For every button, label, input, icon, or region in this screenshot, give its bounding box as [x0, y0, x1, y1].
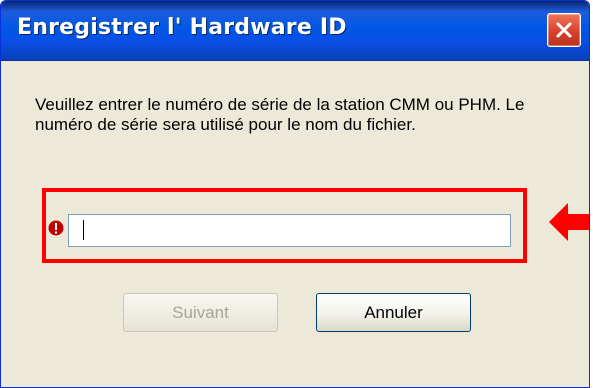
arrow-left-icon — [549, 203, 589, 241]
cancel-button[interactable]: Annuler — [316, 293, 471, 332]
titlebar[interactable]: Enregistrer l' Hardware ID — [1, 1, 589, 61]
close-button[interactable] — [547, 13, 581, 47]
dialog-content: Veuillez entrer le numéro de série de la… — [1, 61, 589, 387]
dialog-title: Enregistrer l' Hardware ID — [17, 15, 347, 40]
error-icon — [48, 220, 64, 236]
hardware-id-dialog: Enregistrer l' Hardware ID Veuillez entr… — [0, 0, 590, 388]
next-button[interactable]: Suivant — [123, 293, 278, 332]
instructions-text: Veuillez entrer le numéro de série de la… — [35, 95, 525, 134]
serial-number-input[interactable] — [68, 214, 511, 247]
close-icon — [556, 22, 572, 38]
text-caret — [83, 220, 84, 240]
